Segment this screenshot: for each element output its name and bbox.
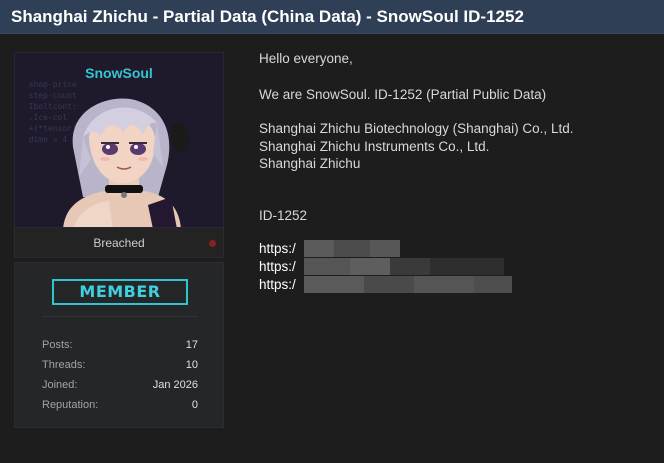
redacted-url-blur [304,240,400,257]
post-company-3: Shanghai Zhichu [259,156,361,171]
link-text[interactable]: https:/ [259,241,296,256]
post-link-3[interactable]: https:/ [259,276,296,293]
offline-status-dot-icon [209,240,216,247]
stat-label: Joined: [42,379,78,391]
redacted-url-blur [304,258,504,275]
stat-value: 10 [185,359,198,371]
member-rank-badge: MEMBER [52,279,188,305]
user-info-card: MEMBER Posts: 17 Threads: 10 Joined: Jan… [14,262,224,428]
user-status-label: Breached [93,236,145,250]
stat-label: Reputation: [42,399,99,411]
stat-label: Threads: [42,359,86,371]
post-company-1: Shanghai Zhichu Biotechnology (Shanghai)… [259,121,574,136]
divider [42,316,198,317]
stat-value: Jan 2026 [152,379,198,391]
stat-row-threads: Threads: 10 [42,355,198,375]
stat-row-posts: Posts: 17 [42,335,198,355]
post-greeting: Hello everyone, [259,51,353,66]
link-text[interactable]: https:/ [259,277,296,292]
stat-value: 17 [185,339,198,351]
stat-row-joined: Joined: Jan 2026 [42,375,198,395]
user-stats: Posts: 17 Threads: 10 Joined: Jan 2026 R… [42,335,198,415]
stat-row-reputation: Reputation: 0 [42,395,198,415]
post-link-2[interactable]: https:/ [259,258,296,275]
user-status-bar: Breached [14,228,224,258]
redacted-url-blur [304,276,512,293]
stat-value: 0 [191,399,198,411]
avatar-username: SnowSoul [85,65,153,81]
thread-title: Shanghai Zhichu - Partial Data (China Da… [0,0,664,34]
avatar-character-image [63,98,190,227]
link-text[interactable]: https:/ [259,259,296,274]
post-company-2: Shanghai Zhichu Instruments Co., Ltd. [259,139,490,154]
stat-label: Posts: [42,339,73,351]
user-profile-sidebar: shop-price step-count Iboltcont: .Ice-co… [14,52,224,428]
post-id-label: ID-1252 [259,208,308,223]
post-link-1[interactable]: https:/ [259,240,296,257]
avatar[interactable]: shop-price step-count Iboltcont: .Ice-co… [14,52,224,228]
post-intro: We are SnowSoul. ID-1252 (Partial Public… [259,87,547,102]
